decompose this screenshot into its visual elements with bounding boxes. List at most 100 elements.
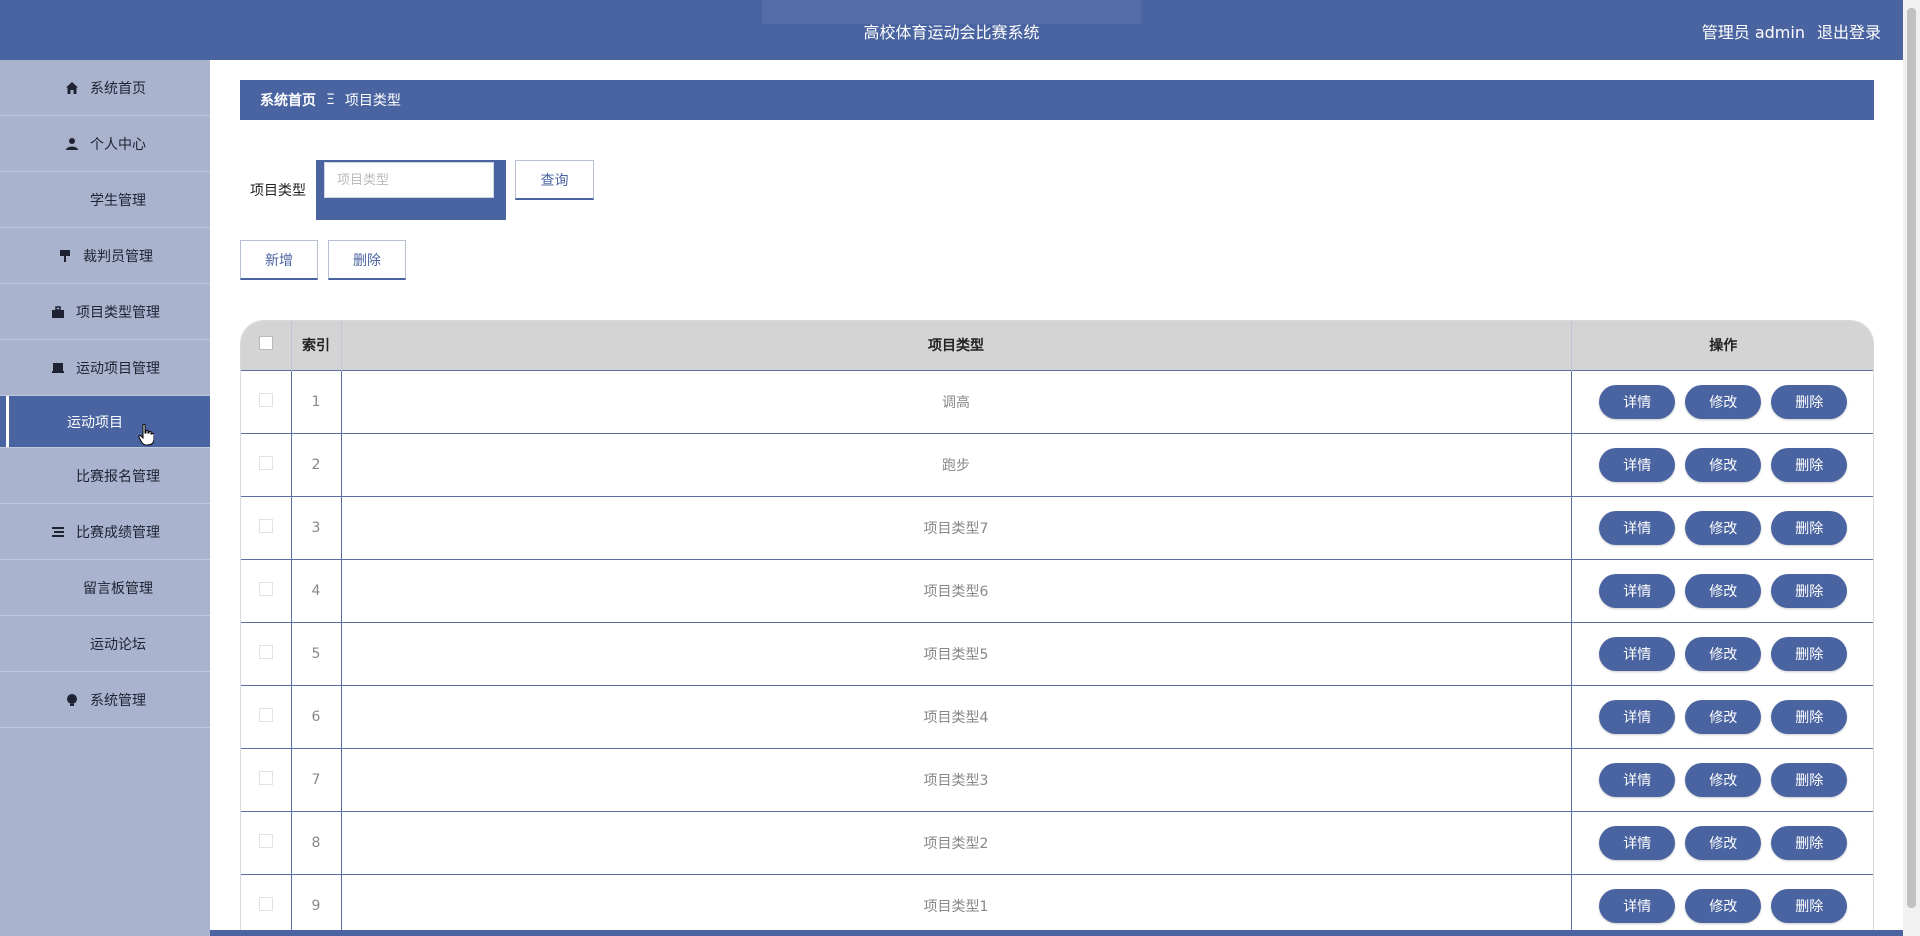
row-actions: 详情 修改 删除 [1571,873,1873,935]
sidebar-item-label: 留言板管理 [83,580,153,597]
detail-button[interactable]: 详情 [1599,888,1676,923]
sidebar-item-label: 运动论坛 [90,636,146,653]
sidebar-item-registration[interactable]: 比赛报名管理 [0,448,210,504]
detail-button[interactable]: 详情 [1599,447,1676,482]
table-row: 4 项目类型6 详情 修改 删除 [241,558,1873,622]
sidebar-item-messages[interactable]: 留言板管理 [0,560,210,616]
row-index: 8 [291,810,342,874]
table-row: 7 项目类型3 详情 修改 删除 [241,747,1873,811]
grid-icon [64,636,80,652]
grid-icon [57,580,73,596]
home-icon [64,80,80,96]
user-area: 管理员 admin 退出登录 [1702,19,1881,43]
row-actions: 详情 修改 删除 [1571,495,1873,559]
row-select-cell [241,621,292,685]
row-checkbox[interactable] [258,518,273,533]
current-user[interactable]: 管理员 admin [1702,19,1805,43]
sidebar-item-forum[interactable]: 运动论坛 [0,616,210,672]
row-event-type: 项目类型5 [341,621,1572,685]
table-row: 6 项目类型4 详情 修改 删除 [241,684,1873,748]
edit-button[interactable]: 修改 [1685,825,1762,860]
table-row: 1 调高 详情 修改 删除 [241,369,1873,433]
edit-button[interactable]: 修改 [1685,510,1762,545]
sidebar-item-label: 运动项目管理 [76,360,160,377]
delete-button[interactable]: 删除 [1771,510,1848,545]
sidebar-item-label: 运动项目 [67,414,123,431]
detail-button[interactable]: 详情 [1599,762,1676,797]
sidebar-item-sport-events[interactable]: 运动项目管理 [0,340,210,396]
query-button[interactable]: 查询 [515,160,594,200]
sidebar-item-profile[interactable]: 个人中心 [0,116,210,172]
row-checkbox[interactable] [258,644,273,659]
table-row: 8 项目类型2 详情 修改 删除 [241,810,1873,874]
row-checkbox[interactable] [258,392,273,407]
sidebar-item-students[interactable]: 学生管理 [0,172,210,228]
select-all-checkbox[interactable] [258,336,273,351]
detail-button[interactable]: 详情 [1599,510,1676,545]
edit-button[interactable]: 修改 [1685,699,1762,734]
top-bar: 高校体育运动会比赛系统 管理员 admin 退出登录 [0,0,1903,60]
bulb-icon [64,692,80,708]
detail-button[interactable]: 详情 [1599,699,1676,734]
sidebar-item-event-types[interactable]: 项目类型管理 [0,284,210,340]
edit-button[interactable]: 修改 [1685,636,1762,671]
detail-button[interactable]: 详情 [1599,825,1676,860]
edit-button[interactable]: 修改 [1685,762,1762,797]
row-index: 3 [291,495,342,559]
breadcrumb-separator: Ξ [326,92,335,108]
scrollbar-thumb[interactable] [1907,8,1916,908]
sidebar-item-referees[interactable]: 裁判员管理 [0,228,210,284]
edit-button[interactable]: 修改 [1685,384,1762,419]
sidebar-item-label: 个人中心 [90,136,146,153]
search-label: 项目类型 [250,183,306,199]
batch-delete-button[interactable]: 删除 [328,240,406,280]
row-checkbox[interactable] [258,707,273,722]
table-row: 5 项目类型5 详情 修改 删除 [241,621,1873,685]
detail-button[interactable]: 详情 [1599,384,1676,419]
row-actions: 详情 修改 删除 [1571,747,1873,811]
delete-button[interactable]: 删除 [1771,636,1848,671]
page-scrollbar[interactable] [1903,0,1920,936]
delete-button[interactable]: 删除 [1771,447,1848,482]
delete-button[interactable]: 删除 [1771,384,1848,419]
breadcrumb-home[interactable]: 系统首页 [260,90,316,110]
sidebar-item-system[interactable]: 系统管理 [0,672,210,728]
edit-button[interactable]: 修改 [1685,888,1762,923]
row-checkbox[interactable] [258,833,273,848]
delete-button[interactable]: 删除 [1771,699,1848,734]
row-checkbox[interactable] [258,896,273,911]
bottom-bar [210,930,1903,936]
add-button[interactable]: 新增 [240,240,318,280]
row-checkbox[interactable] [258,581,273,596]
breadcrumb: 系统首页 Ξ 项目类型 [240,80,1874,120]
row-checkbox[interactable] [258,455,273,470]
sidebar-item-scores[interactable]: 比赛成绩管理 [0,504,210,560]
table-row: 3 项目类型7 详情 修改 删除 [241,495,1873,559]
row-index: 5 [291,621,342,685]
search-input[interactable] [324,162,494,198]
delete-button[interactable]: 删除 [1771,762,1848,797]
detail-button[interactable]: 详情 [1599,636,1676,671]
sidebar-item-sport-event-active[interactable]: 运动项目 [0,396,210,448]
logout-link[interactable]: 退出登录 [1817,19,1881,43]
edit-button[interactable]: 修改 [1685,447,1762,482]
delete-button[interactable]: 删除 [1771,825,1848,860]
column-header-index: 索引 [291,321,342,370]
row-event-type: 项目类型6 [341,558,1572,622]
delete-button[interactable]: 删除 [1771,888,1848,923]
detail-button[interactable]: 详情 [1599,573,1676,608]
edit-button[interactable]: 修改 [1685,573,1762,608]
sidebar-item-label: 项目类型管理 [76,304,160,321]
sidebar-item-label: 比赛报名管理 [76,468,160,485]
delete-button[interactable]: 删除 [1771,573,1848,608]
system-title: 高校体育运动会比赛系统 [863,23,1040,42]
sidebar-item-home[interactable]: 系统首页 [0,60,210,116]
row-select-cell [241,747,292,811]
grid-icon [64,192,80,208]
data-table: 索引 项目类型 操作 1 调高 详情 修改 删除 2 跑步 详情 修改 删除 3 项目类型7 详情 修改删… [240,320,1874,936]
sidebar-item-label: 比赛成绩管理 [76,524,160,541]
row-checkbox[interactable] [258,770,273,785]
table-row: 2 跑步 详情 修改 删除 [241,432,1873,496]
sidebar: 系统首页 个人中心 学生管理 裁判员管理 项目类型管理 运动项目管理 运动项目 … [0,60,210,936]
row-actions: 详情 修改 删除 [1571,810,1873,874]
